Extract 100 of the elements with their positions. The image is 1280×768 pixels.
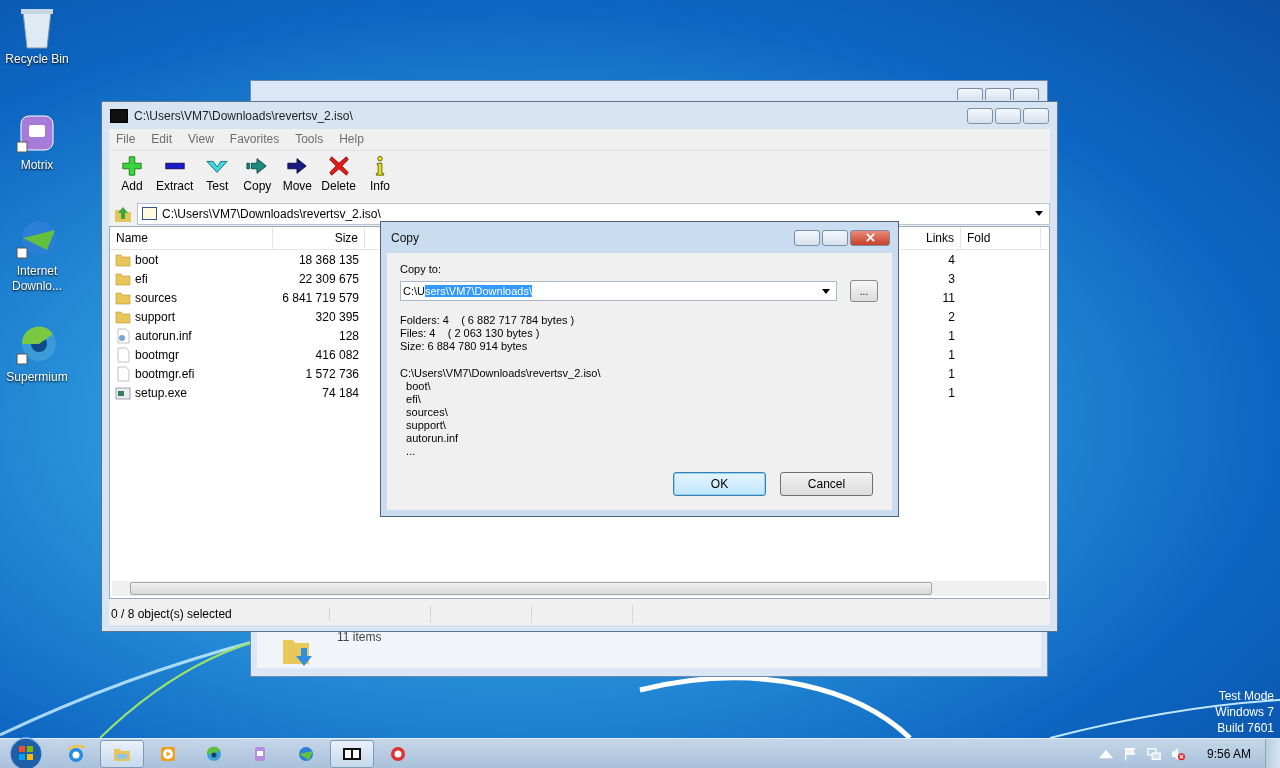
file-name[interactable]: bootmgr.efi: [135, 366, 195, 381]
desktop-icon-label[interactable]: Internet Downlo...: [2, 264, 72, 294]
link-count: 11: [941, 290, 956, 305]
toolbar-button[interactable]: Delete: [318, 153, 360, 199]
window-title: C:\Users\VM7\Downloads\revertsv_2.iso\: [134, 108, 353, 123]
toolbar-button[interactable]: Test: [198, 153, 237, 199]
desktop-icon-label[interactable]: Recycle Bin: [2, 52, 72, 67]
link-count: 4: [947, 252, 956, 267]
network-icon[interactable]: [1146, 746, 1161, 761]
start-button[interactable]: [8, 735, 44, 768]
app-icon: [66, 743, 86, 764]
close-button[interactable]: [850, 229, 890, 246]
link-count: 1: [947, 347, 956, 362]
system-watermark: Windows 7: [1215, 704, 1274, 720]
file-size: 128: [337, 328, 360, 343]
file-name[interactable]: bootmgr: [135, 347, 180, 362]
file-name[interactable]: support: [135, 309, 176, 324]
column-header[interactable]: Name: [110, 227, 273, 249]
taskbar-button[interactable]: [330, 739, 374, 768]
file-size: 74 184: [321, 385, 360, 400]
folder-icon: [115, 289, 131, 306]
file-name[interactable]: efi: [135, 271, 148, 286]
file-name[interactable]: setup.exe: [135, 385, 188, 400]
menu-item[interactable]: View: [188, 132, 214, 147]
minimize-button[interactable]: [957, 88, 983, 100]
system-watermark: Build 7601: [1217, 720, 1274, 736]
toolbar-button[interactable]: Extract: [153, 153, 197, 199]
link-count: 1: [947, 328, 956, 343]
file-name[interactable]: boot: [135, 252, 159, 267]
summary-line: Size: 6 884 780 914 bytes: [400, 340, 529, 353]
show-desktop-button[interactable]: [1265, 738, 1280, 768]
file-size: 6 841 719 579: [281, 290, 360, 305]
listing-line: efi\: [405, 393, 422, 406]
file-size: 416 082: [314, 347, 360, 362]
item-count: 11 items: [337, 629, 382, 644]
file-name[interactable]: sources: [135, 290, 178, 305]
toolbar-button[interactable]: Move: [278, 153, 317, 199]
menu-item[interactable]: Help: [339, 132, 364, 147]
toolbar-button[interactable]: Add: [113, 153, 151, 199]
link-count: 3: [947, 271, 956, 286]
listing-line: boot\: [405, 380, 432, 393]
link-count: 1: [947, 385, 956, 400]
summary-line: Files: 4 ( 2 063 130 bytes ): [400, 327, 541, 340]
file-icon: [115, 346, 131, 363]
maximize-button[interactable]: [985, 88, 1011, 100]
delete-icon: [327, 155, 350, 177]
copy-icon: [246, 155, 269, 177]
file-name[interactable]: autorun.inf: [135, 328, 192, 343]
column-header[interactable]: Size: [273, 227, 365, 249]
close-button[interactable]: [1013, 88, 1039, 100]
status-text: 0 / 8 object(s) selected: [109, 607, 330, 621]
desktop-icon-label[interactable]: Supermium: [2, 370, 72, 385]
file-size: 320 395: [314, 309, 360, 324]
clock[interactable]: 9:56 AM: [1206, 746, 1251, 761]
maximize-button[interactable]: [995, 107, 1021, 124]
listing-line: autorun.inf: [405, 432, 460, 445]
listing-line: sources\: [405, 406, 449, 419]
system-watermark: Test Mode: [1218, 688, 1274, 704]
column-header[interactable]: Fold: [961, 227, 1041, 249]
flag-icon[interactable]: [1122, 746, 1137, 761]
settings-file-icon: [115, 327, 131, 344]
link-count: 2: [947, 309, 956, 324]
menu-item[interactable]: Edit: [151, 132, 173, 147]
folder-icon: [115, 270, 131, 287]
toolbar-button[interactable]: Copy: [238, 153, 277, 199]
destination-field[interactable]: C:\Users\VM7\Downloads\: [400, 281, 837, 301]
file-size: 18 368 135: [297, 252, 360, 267]
cancel-button[interactable]: Cancel: [780, 472, 873, 496]
desktop-icon-label[interactable]: Motrix: [2, 158, 72, 173]
field-label: Copy to:: [400, 263, 442, 275]
menu-item[interactable]: File: [116, 132, 136, 147]
address-field[interactable]: C:\Users\VM7\Downloads\revertsv_2.iso\: [137, 202, 1050, 225]
toolbar-button[interactable]: Info: [361, 153, 400, 199]
file-size: 1 572 736: [304, 366, 360, 381]
app-icon: [204, 743, 224, 764]
horizontal-scrollbar[interactable]: [112, 581, 1047, 596]
menu-item[interactable]: Favorites: [229, 132, 280, 147]
minimize-button[interactable]: [967, 107, 993, 124]
close-icon: [865, 233, 875, 242]
program-icon: [115, 384, 131, 401]
listing-line: ...: [405, 445, 417, 458]
folder-icon: [115, 308, 131, 325]
folder-icon: [115, 251, 131, 268]
browse-button[interactable]: ...: [850, 280, 878, 302]
ok-button[interactable]: OK: [673, 472, 766, 496]
file-size: 22 309 675: [297, 271, 360, 286]
menu-item[interactable]: Tools: [295, 132, 324, 147]
add-icon: [121, 155, 143, 177]
listing-line: C:\Users\VM7\Downloads\revertsv_2.iso\: [400, 367, 602, 380]
minimize-button[interactable]: [794, 229, 820, 246]
dropdown-icon: [1035, 211, 1043, 216]
file-icon: [115, 365, 131, 382]
maximize-button[interactable]: [822, 229, 848, 246]
link-count: 1: [947, 366, 956, 381]
muted-speaker-icon[interactable]: [1170, 746, 1185, 761]
move-icon: [286, 155, 309, 177]
dropdown-icon: [822, 288, 830, 294]
close-button[interactable]: [1023, 107, 1049, 124]
disc-image-icon: [142, 207, 157, 220]
summary-line: Folders: 4 ( 6 882 717 784 bytes ): [400, 314, 576, 327]
